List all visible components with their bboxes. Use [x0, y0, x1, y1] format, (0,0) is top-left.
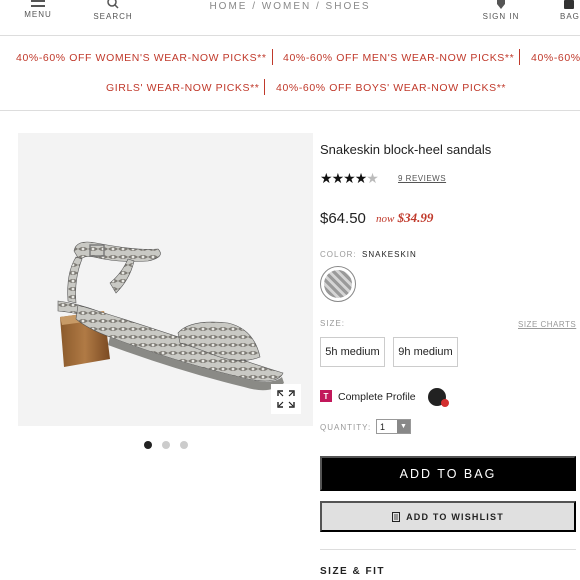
- promo-link-girls-start[interactable]: 40%-60% OFF: [531, 52, 580, 64]
- sale-prefix: now: [376, 213, 395, 225]
- complete-profile-link[interactable]: Complete Profile: [338, 391, 416, 403]
- bag-icon: [564, 0, 574, 9]
- add-to-bag-button[interactable]: ADD TO BAG: [320, 456, 576, 491]
- header-divider: [0, 35, 580, 36]
- size-option-5h-medium[interactable]: 5h medium: [320, 337, 385, 367]
- star-icon: ★: [354, 170, 368, 186]
- star-icon: ★: [320, 170, 333, 186]
- original-price: $64.50: [320, 210, 366, 227]
- quantity-label: QUANTITY:: [320, 423, 372, 432]
- carousel-dot-3[interactable]: [180, 441, 188, 449]
- color-label: COLOR:: [320, 250, 357, 259]
- list-icon: [392, 511, 401, 522]
- zoom-button[interactable]: [271, 384, 301, 414]
- star-icon: ★: [343, 170, 356, 186]
- promo-link-women[interactable]: 40%-60% OFF WOMEN'S WEAR-NOW PICKS**: [16, 52, 267, 64]
- section-divider: [320, 549, 576, 550]
- quantity-value: 1: [380, 421, 386, 432]
- half-star-icon: ★: [366, 170, 379, 186]
- carousel-dot-2[interactable]: [162, 441, 170, 449]
- expand-icon: [277, 390, 295, 408]
- promo-link-girls[interactable]: GIRLS' WEAR-NOW PICKS**: [106, 82, 260, 94]
- color-swatch-snakeskin[interactable]: [320, 266, 356, 302]
- star-icon: ★: [331, 170, 345, 186]
- add-to-wishlist-button[interactable]: ADD TO WISHLIST: [320, 501, 576, 532]
- size-option-9h-medium[interactable]: 9h medium: [393, 337, 458, 367]
- size-fit-header[interactable]: SIZE & FIT: [320, 566, 385, 577]
- promo-link-men[interactable]: 40%-60% OFF MEN'S WEAR-NOW PICKS**: [283, 52, 514, 64]
- quantity-select[interactable]: 1 ▼: [376, 419, 411, 434]
- sandal-image: [57, 241, 284, 391]
- sign-in-label: SIGN IN: [482, 12, 520, 21]
- product-title: Snakeskin block-heel sandals: [320, 142, 492, 157]
- bag-button[interactable]: BAG: [560, 0, 580, 21]
- sale-price: now $34.99: [376, 210, 433, 226]
- swatch-pattern: [324, 270, 352, 298]
- product-image[interactable]: [18, 133, 313, 426]
- promo-divider: [264, 79, 265, 95]
- reviews-link[interactable]: 9 REVIEWS: [398, 174, 446, 183]
- user-icon: [497, 0, 505, 9]
- size-label: SIZE:: [320, 319, 346, 328]
- promo-divider: [519, 49, 520, 65]
- add-to-wishlist-label: ADD TO WISHLIST: [406, 511, 504, 522]
- search-label: SEARCH: [93, 12, 133, 21]
- size-charts-link[interactable]: SIZE CHARTS: [518, 320, 576, 329]
- add-badge-icon: [441, 399, 449, 407]
- promo-link-boys[interactable]: 40%-60% OFF BOYS' WEAR-NOW PICKS**: [276, 82, 506, 94]
- chevron-down-icon: ▼: [397, 420, 410, 433]
- promo-divider: [272, 49, 273, 65]
- color-value: SNAKESKIN: [362, 250, 417, 259]
- top-nav: MENU SEARCH HOME / WOMEN / SHOES SIGN IN…: [0, 0, 580, 30]
- bag-label: BAG: [560, 12, 580, 21]
- profile-badge-icon: T: [320, 390, 332, 402]
- carousel-dot-1[interactable]: [144, 441, 152, 449]
- sign-in-button[interactable]: SIGN IN: [480, 0, 522, 21]
- sale-amount: $34.99: [397, 210, 434, 225]
- promo-divider-line: [0, 110, 580, 111]
- star-rating: ★★★★★: [320, 170, 379, 187]
